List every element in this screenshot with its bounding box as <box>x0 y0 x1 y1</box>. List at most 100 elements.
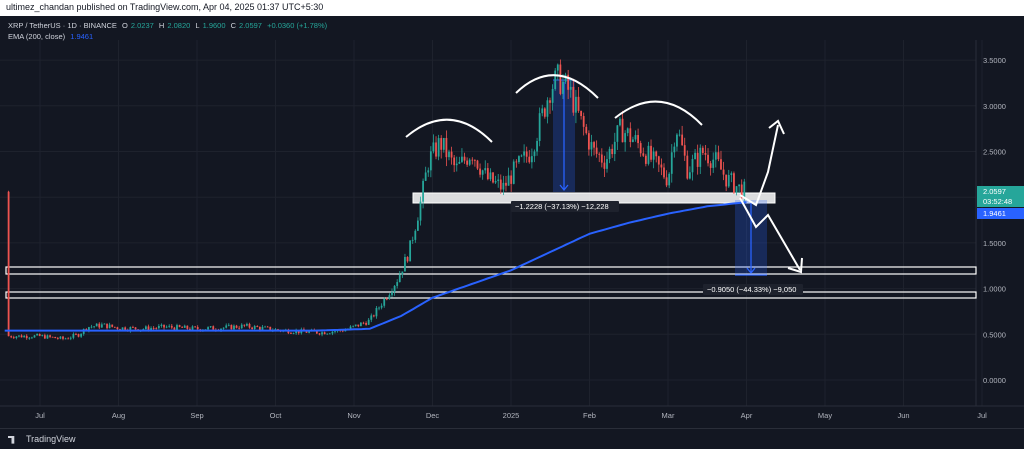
time-tick-label: Oct <box>270 411 283 420</box>
measure-tool-2[interactable] <box>735 200 767 276</box>
candle-down <box>720 159 722 170</box>
candle-down <box>463 156 466 161</box>
time-tick-label: Nov <box>347 411 361 420</box>
price-tick-label: 0.5000 <box>983 330 1006 339</box>
candle-down <box>106 323 108 329</box>
candle-down <box>132 327 134 328</box>
candle-down <box>663 167 665 178</box>
candle-up <box>634 135 637 140</box>
candle-up <box>18 335 20 337</box>
candle-up <box>404 256 406 272</box>
candle-down <box>258 327 261 330</box>
current-price-text: 2.0597 <box>983 187 1006 196</box>
candle-up <box>36 333 38 336</box>
candle-up <box>484 168 487 171</box>
candle-down <box>49 335 51 337</box>
support-band-2[interactable] <box>5 291 977 299</box>
candle-up <box>437 138 440 157</box>
time-tick-label: Aug <box>112 411 125 420</box>
measure-label-1-text: −1.2228 (−37.13%) −12,228 <box>515 202 609 211</box>
candle-down <box>243 324 246 326</box>
candle-up <box>523 151 526 156</box>
candle-up <box>176 325 178 330</box>
candle-down <box>75 333 77 335</box>
right-shoulder-arc[interactable] <box>614 100 703 126</box>
candle-down <box>43 335 46 339</box>
candle-up <box>714 152 717 160</box>
candle-down <box>450 151 453 158</box>
candle-up <box>23 335 26 338</box>
candle-up <box>191 326 194 330</box>
time-tick-label: Jul <box>977 411 987 420</box>
candle-up <box>409 240 412 262</box>
candle-down <box>152 328 155 329</box>
time-tick-label: Jul <box>35 411 45 420</box>
candle-up <box>538 113 541 141</box>
price-chart[interactable]: −1.2228 (−37.13%) −12,228 −0.9050 (−44.3… <box>0 0 1024 428</box>
candle-up <box>419 201 422 221</box>
candle-up <box>458 161 461 164</box>
candle-up <box>575 96 577 113</box>
candle-down <box>681 134 684 146</box>
candle-up <box>608 148 611 160</box>
candle-down <box>196 327 199 330</box>
tradingview-logo[interactable]: TradingView <box>8 434 76 444</box>
price-tick-label: 3.5000 <box>983 56 1006 65</box>
candle-down <box>473 160 476 161</box>
candle-up <box>352 325 355 327</box>
candle-up <box>360 322 362 327</box>
candle-down <box>163 324 165 328</box>
candle-down <box>717 152 720 160</box>
candle-down <box>505 182 507 186</box>
time-tick-label: Sep <box>190 411 203 420</box>
candle-up <box>121 327 124 330</box>
candle-up <box>427 170 430 173</box>
candle-up <box>448 151 450 158</box>
candle-down <box>51 336 54 338</box>
candle-up <box>157 326 160 329</box>
candle-up <box>632 139 634 142</box>
candle-up <box>354 324 357 326</box>
candle-down <box>525 151 528 157</box>
candle-up <box>396 282 399 286</box>
candle-up <box>69 337 72 339</box>
candle-up <box>606 159 608 169</box>
candle-up <box>551 89 554 103</box>
candle-down <box>113 326 116 328</box>
ema-price-tag: 1.9461 <box>977 208 1024 219</box>
candle-up <box>227 324 230 326</box>
brand-text: TradingView <box>26 434 76 444</box>
measure-tool-1[interactable] <box>553 79 575 192</box>
candle-down <box>62 336 64 339</box>
left-shoulder-arc[interactable] <box>405 118 493 143</box>
candle-up <box>442 137 445 150</box>
candle-down <box>585 126 588 134</box>
candle-down <box>365 323 367 325</box>
candle-up <box>103 323 106 325</box>
candle-up <box>398 274 401 283</box>
candle-down <box>315 331 318 334</box>
candle-down <box>707 154 709 164</box>
candle-up <box>95 323 98 327</box>
candle-down <box>543 108 546 117</box>
candle-up <box>380 305 383 308</box>
candle-up <box>100 324 103 328</box>
time-tick-label: Apr <box>741 411 753 420</box>
candle-up <box>222 327 225 329</box>
candle-up <box>619 118 621 126</box>
candle-up <box>292 333 295 334</box>
candle-down <box>709 163 712 168</box>
price-tick-label: 2.5000 <box>983 148 1006 157</box>
candle-down <box>660 164 663 168</box>
support-band-1[interactable] <box>5 266 977 275</box>
measure-label-2-text: −0.9050 (−44.33%) −9,050 <box>707 285 796 294</box>
candle-up <box>165 326 168 328</box>
candle-down <box>256 326 259 328</box>
candle-up <box>735 186 738 193</box>
candle-up <box>225 325 228 328</box>
candle-up <box>59 336 62 339</box>
candle-down <box>549 100 551 103</box>
candle-up <box>331 331 334 334</box>
candle-down <box>173 327 176 330</box>
candle-up <box>530 156 533 163</box>
